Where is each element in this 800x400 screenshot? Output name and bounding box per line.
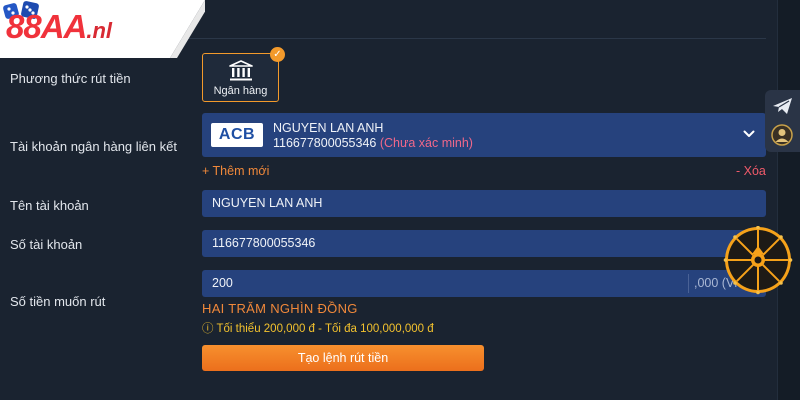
acb-bank-logo: ACB [211,123,263,147]
create-withdraw-button[interactable]: Tạo lệnh rút tiền [202,345,484,371]
selected-check-icon: ✓ [270,47,285,62]
verification-status: (Chưa xác minh) [379,136,473,150]
amount-in-words: HAI TRĂM NGHÌN ĐỒNG [202,301,358,316]
account-number-field[interactable]: 116677800055346 [202,230,766,257]
side-toolbar [765,90,800,152]
account-name-label: Tên tài khoản [10,198,89,213]
account-name-field[interactable]: NGUYEN LAN ANH [202,190,766,217]
brand-logo[interactable]: 88AA.nl [0,0,205,58]
account-number-label: Số tài khoản [10,237,83,252]
logo-main-text: 88AA [6,8,87,45]
avatar-icon [771,124,793,146]
profile-button[interactable] [765,122,800,150]
amount-label: Số tiền muốn rút [10,294,106,309]
amount-limits-note: ⓘ Tối thiểu 200,000 đ - Tối đa 100,000,0… [202,323,434,335]
amount-divider [688,274,689,293]
linked-account-number-line: 116677800055346 (Chưa xác minh) [273,136,473,150]
delete-account-link[interactable]: - Xóa [736,164,766,178]
lucky-wheel-icon[interactable] [719,226,795,296]
header-divider [180,38,766,39]
linked-account-select[interactable]: ACB NGUYEN LAN ANH 116677800055346 (Chưa… [202,113,766,157]
linked-account-number: 116677800055346 [273,136,377,150]
method-option-bank[interactable]: Ngân hàng [202,53,279,102]
method-option-label: Ngân hàng [213,85,268,97]
linked-account-name: NGUYEN LAN ANH [273,121,384,135]
add-account-link[interactable]: + Thêm mới [202,164,269,178]
bank-icon [229,60,253,81]
linked-account-label: Tài khoản ngân hàng liên kết [10,139,177,154]
logo-wordmark: 88AA.nl [6,8,112,46]
amount-input[interactable]: 200 ,000 (VN [202,270,766,297]
withdraw-method-label: Phương thức rút tiền [10,71,131,86]
chevron-down-icon[interactable] [743,129,755,139]
logo-domain-text: .nl [86,18,113,43]
amount-value: 200 [212,276,233,290]
telegram-icon [773,98,792,114]
telegram-button[interactable] [765,93,800,121]
